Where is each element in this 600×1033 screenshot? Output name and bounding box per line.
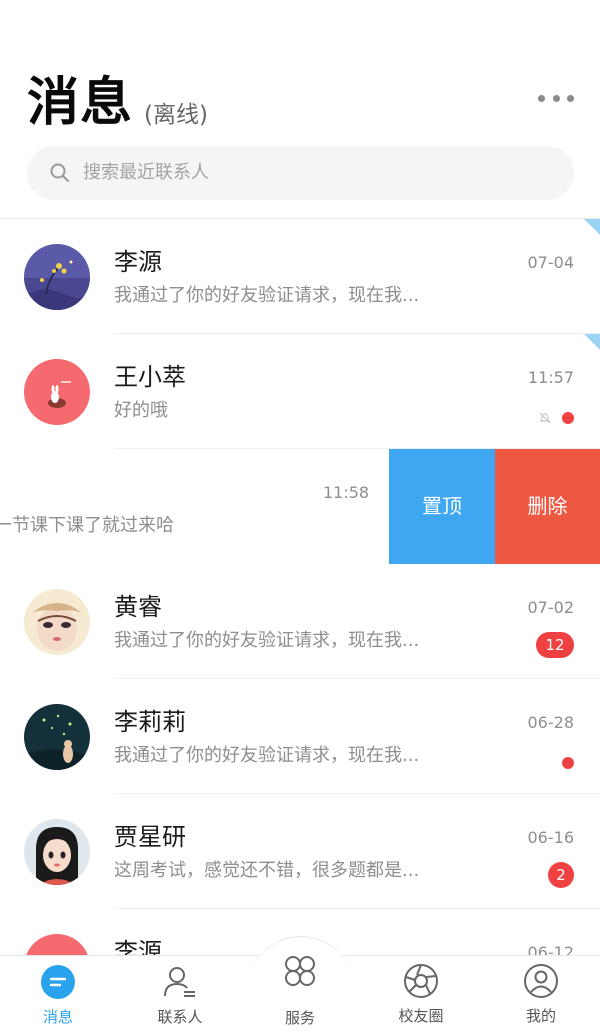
tab-profile[interactable]: 我的 (496, 963, 586, 1029)
mute-bell-icon (539, 412, 551, 424)
contact-name: 王小萃 (114, 363, 186, 391)
avatar (24, 819, 90, 885)
conversation-item[interactable]: 李源 我通过了你的好友验证请求，现在我... 07-04 (0, 219, 600, 334)
tab-label: 联系人 (157, 1008, 203, 1026)
message-time: 06-12 (527, 943, 575, 955)
conversation-item[interactable]: 贾星研 这周考试，感觉还不错，很多题都是... 06-16 2 (0, 794, 600, 909)
search-placeholder: 搜索最近联系人 (83, 162, 209, 183)
message-preview: 我通过了你的好友验证请求，现在我... (114, 630, 420, 651)
contact-name: 李莉莉 (114, 708, 186, 736)
avatar (24, 704, 90, 770)
conversation-list[interactable]: 李源 我通过了你的好友验证请求，现在我... 07-04 王小萃 好的哦 11:… (0, 219, 600, 955)
message-preview: 好的哦 (114, 400, 168, 421)
message-time: 07-02 (527, 598, 575, 617)
contact-name: 李源 (114, 248, 162, 276)
pin-button[interactable]: 置顶 (389, 449, 495, 564)
unread-dot (562, 412, 574, 424)
message-time: 06-28 (527, 713, 575, 732)
delete-button[interactable]: 删除 (495, 449, 600, 564)
unread-dot (562, 757, 574, 769)
message-icon (41, 965, 75, 999)
avatar (24, 934, 90, 955)
tab-label: 服务 (284, 1009, 315, 1027)
alumni-circle-icon (404, 964, 438, 998)
services-icon (285, 956, 315, 986)
tab-alumni-circle[interactable]: 校友圈 (376, 963, 466, 1029)
tab-label: 消息 (42, 1008, 73, 1026)
conversation-item[interactable]: 黄睿 我通过了你的好友验证请求，现在我... 07-02 12 (0, 564, 600, 679)
unread-count-badge: 2 (548, 862, 574, 888)
search-icon (50, 163, 69, 182)
contacts-icon (164, 967, 195, 997)
tab-messages[interactable]: 消息 (13, 964, 103, 1030)
contact-name: 贾星研 (114, 823, 186, 851)
message-time: 06-16 (527, 828, 575, 847)
more-dots-icon[interactable] (538, 92, 574, 104)
swiped-row-content[interactable]: 一节课下课了就过来哈 11:58 (0, 449, 390, 564)
message-time: 11:57 (527, 368, 574, 387)
tab-services[interactable]: 服务 (255, 955, 345, 1027)
message-preview: 我通过了你的好友验证请求，现在我... (114, 745, 420, 766)
message-time: 07-04 (527, 253, 575, 272)
avatar (24, 359, 90, 425)
tab-label: 校友圈 (398, 1007, 444, 1025)
message-preview: 这周考试，感觉还不错，很多题都是... (114, 860, 420, 881)
pinned-marker (584, 334, 600, 350)
conversation-item[interactable]: 王小萃 好的哦 11:57 (0, 334, 600, 449)
unread-count-badge: 12 (536, 632, 574, 658)
avatar (24, 244, 90, 310)
search-input[interactable]: 搜索最近联系人 (27, 146, 574, 200)
conversation-item[interactable]: 李莉莉 我通过了你的好友验证请求，现在我... 06-28 (0, 679, 600, 794)
profile-icon (524, 964, 558, 998)
message-preview: 我通过了你的好友验证请求，现在我... (114, 285, 420, 306)
message-time: 11:58 (323, 483, 370, 502)
header: 消息 (离线) 搜索最近联系人 (0, 0, 600, 219)
conversation-item-swiped[interactable]: 一节课下课了就过来哈 11:58 置顶 删除 (0, 449, 600, 564)
contact-name: 李源 (114, 938, 162, 955)
contact-name: 黄睿 (114, 593, 162, 621)
message-preview: 一节课下课了就过来哈 (0, 515, 174, 536)
connection-status: (离线) (144, 102, 208, 128)
tab-contacts[interactable]: 联系人 (135, 964, 225, 1030)
avatar (24, 589, 90, 655)
tab-label: 我的 (525, 1007, 556, 1025)
pinned-marker (584, 219, 600, 235)
page-title: 消息 (27, 73, 134, 133)
